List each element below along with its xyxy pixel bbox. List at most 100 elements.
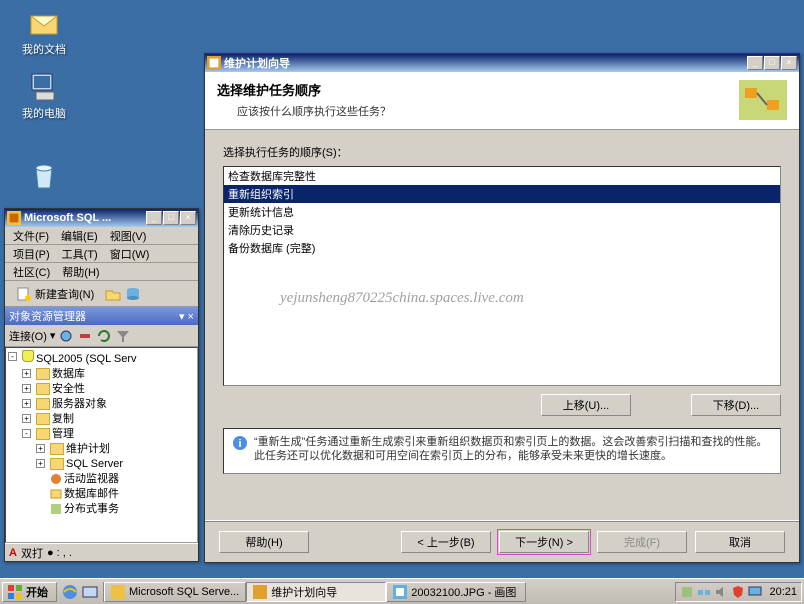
maintenance-plan-wizard: 维护计划向导 _ □ × 选择维护任务顺序 应该按什么顺序执行这些任务？ 选择执…	[204, 53, 800, 563]
wizard-icon	[207, 56, 221, 70]
tree-management[interactable]: 管理	[52, 428, 74, 440]
tree-server-objects[interactable]: 服务器对象	[52, 398, 107, 410]
close-button[interactable]: ×	[781, 56, 797, 70]
system-tray: 20:21	[675, 582, 802, 602]
minimize-button[interactable]: _	[146, 211, 162, 225]
tree-dtx[interactable]: 分布式事务	[64, 503, 119, 515]
tree-activity-monitor[interactable]: 活动监视器	[64, 473, 119, 485]
show-desktop-icon[interactable]	[81, 583, 99, 601]
menu-window[interactable]: 窗口(W)	[106, 245, 154, 263]
new-query-label: 新建查询(N)	[35, 286, 94, 302]
svg-text:i: i	[238, 438, 241, 450]
cancel-button[interactable]: 取消	[695, 531, 785, 553]
tree-security[interactable]: 安全性	[52, 383, 85, 395]
sql-titlebar[interactable]: Microsoft SQL ... _ □ ×	[5, 209, 198, 227]
wizard-body: 选择执行任务的顺序(S)： 检查数据库完整性 重新组织索引 更新统计信息 清除历…	[205, 130, 799, 520]
filter-icon[interactable]	[115, 328, 131, 344]
close-button[interactable]: ×	[180, 211, 196, 225]
tree-replication[interactable]: 复制	[52, 413, 74, 425]
tree-toggle[interactable]: +	[22, 384, 31, 393]
taskbar: 开始 Microsoft SQL Serve... 维护计划向导 2003210…	[0, 578, 804, 604]
menu-help[interactable]: 帮助(H)	[58, 263, 103, 281]
paint-icon	[393, 585, 407, 599]
task-item[interactable]: 清除历史记录	[224, 221, 780, 239]
next-button[interactable]: 下一步(N) >	[499, 531, 589, 553]
tree-db-mail[interactable]: 数据库邮件	[64, 488, 119, 500]
status-toggle[interactable]: 双打	[21, 545, 43, 561]
sql-menubar-2: 项目(P) 工具(T) 窗口(W)	[5, 245, 198, 263]
desktop-icon-recycle-bin[interactable]	[14, 160, 74, 195]
task-item[interactable]: 更新统计信息	[224, 203, 780, 221]
menu-edit[interactable]: 编辑(E)	[57, 227, 102, 245]
object-explorer-header: 对象资源管理器 ▾ ×	[5, 307, 198, 325]
tree-sql-server[interactable]: SQL Server	[66, 458, 123, 470]
tree-toggle[interactable]: +	[22, 369, 31, 378]
sql-menubar: 文件(F) 编辑(E) 视图(V)	[5, 227, 198, 245]
tray-monitor-icon[interactable]	[748, 585, 762, 599]
menu-tools[interactable]: 工具(T)	[58, 245, 102, 263]
activity-monitor-icon	[50, 473, 62, 485]
connect-label[interactable]: 连接(O)	[9, 328, 47, 344]
taskbar-item-label: Microsoft SQL Serve...	[129, 586, 239, 598]
taskbar-item-sql[interactable]: Microsoft SQL Serve...	[104, 582, 246, 602]
wizard-footer: 帮助(H) < 上一步(B) 下一步(N) > 完成(F) 取消	[205, 520, 799, 562]
move-down-button[interactable]: 下移(D)...	[691, 394, 781, 416]
task-item[interactable]: 检查数据库完整性	[224, 167, 780, 185]
desktop-icon-my-computer[interactable]: 我的电脑	[14, 70, 74, 121]
taskbar-item-label: 20032100.JPG - 画图	[411, 584, 516, 600]
taskbar-item-paint[interactable]: 20032100.JPG - 画图	[386, 582, 526, 602]
tray-volume-icon[interactable]	[714, 585, 728, 599]
task-item[interactable]: 备份数据库 (完整)	[224, 239, 780, 257]
help-button[interactable]: 帮助(H)	[219, 531, 309, 553]
sql-menubar-3: 社区(C) 帮助(H)	[5, 263, 198, 281]
connect-icon[interactable]	[58, 328, 74, 344]
desktop-icon-my-documents[interactable]: 我的文档	[14, 6, 74, 57]
sql-app-icon	[111, 585, 125, 599]
task-item-selected[interactable]: 重新组织索引	[224, 185, 780, 203]
sql-app-icon	[7, 211, 21, 225]
tree-toggle[interactable]: +	[22, 399, 31, 408]
new-query-button[interactable]: 新建查询(N)	[9, 284, 101, 304]
wizard-titlebar[interactable]: 维护计划向导 _ □ ×	[205, 54, 799, 72]
minimize-button[interactable]: _	[747, 56, 763, 70]
open-icon[interactable]	[105, 286, 121, 302]
start-button[interactable]: 开始	[2, 582, 57, 602]
task-info-box: i “重新生成”任务通过重新生成索引来重新组织数据页和索引页上的数据。这会改善索…	[223, 428, 781, 474]
tray-clock[interactable]: 20:21	[769, 586, 797, 598]
tray-shield-icon[interactable]	[731, 585, 745, 599]
maximize-button[interactable]: □	[163, 211, 179, 225]
tray-icon[interactable]	[680, 585, 694, 599]
back-button[interactable]: < 上一步(B)	[401, 531, 491, 553]
task-info-text: “重新生成”任务通过重新生成索引来重新组织数据页和索引页上的数据。这会改善索引扫…	[254, 435, 772, 467]
menu-project[interactable]: 项目(P)	[9, 245, 54, 263]
tree-root[interactable]: SQL2005 (SQL Serv	[36, 353, 136, 365]
db-icon[interactable]	[125, 286, 141, 302]
new-query-icon	[16, 286, 32, 302]
tree-maint-plans[interactable]: 维护计划	[66, 443, 110, 455]
quick-launch	[57, 582, 104, 602]
wizard-header-sub: 应该按什么顺序执行这些任务？	[217, 103, 739, 119]
move-up-button[interactable]: 上移(U)...	[541, 394, 631, 416]
disconnect-icon[interactable]	[77, 328, 93, 344]
object-explorer-tree[interactable]: -SQL2005 (SQL Serv +数据库 +安全性 +服务器对象 +复制 …	[5, 347, 198, 543]
tree-toggle[interactable]: -	[8, 352, 17, 361]
task-list-label: 选择执行任务的顺序(S)：	[223, 144, 781, 160]
task-order-listbox[interactable]: 检查数据库完整性 重新组织索引 更新统计信息 清除历史记录 备份数据库 (完整)	[223, 166, 781, 386]
tree-toggle[interactable]: +	[36, 459, 45, 468]
menu-view[interactable]: 视图(V)	[106, 227, 151, 245]
sql-status-bar: A 双打 ● : , .	[5, 543, 198, 561]
menu-file[interactable]: 文件(F)	[9, 227, 53, 245]
menu-community[interactable]: 社区(C)	[9, 263, 54, 281]
pane-pin-icon[interactable]: ▾ ×	[179, 310, 194, 323]
ie-icon[interactable]	[61, 583, 79, 601]
desktop-icon-label: 我的文档	[14, 41, 74, 57]
tray-network-icon[interactable]	[697, 585, 711, 599]
tree-toggle[interactable]: +	[36, 444, 45, 453]
tree-toggle[interactable]: +	[22, 414, 31, 423]
tree-databases[interactable]: 数据库	[52, 368, 85, 380]
desktop-icon-label: 我的电脑	[14, 105, 74, 121]
tree-toggle[interactable]: -	[22, 429, 31, 438]
maximize-button[interactable]: □	[764, 56, 780, 70]
taskbar-item-wizard[interactable]: 维护计划向导	[246, 582, 386, 602]
refresh-icon[interactable]	[96, 328, 112, 344]
